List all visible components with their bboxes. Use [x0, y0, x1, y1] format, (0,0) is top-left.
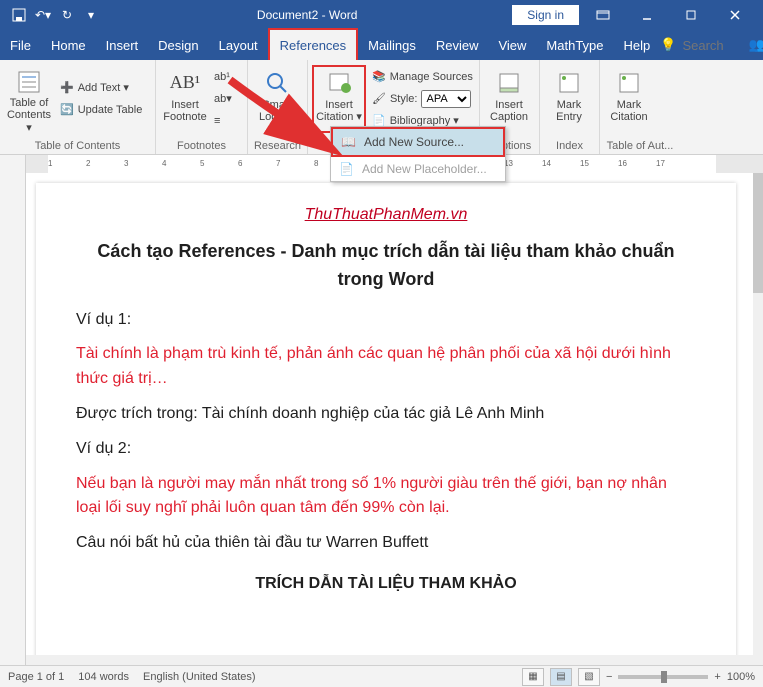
footnote-icon: AB¹	[171, 69, 199, 97]
example2-label: Ví dụ 2:	[76, 437, 696, 462]
status-page[interactable]: Page 1 of 1	[8, 671, 64, 683]
statusbar: Page 1 of 1 104 words English (United St…	[0, 665, 763, 687]
minimize-icon[interactable]	[627, 0, 667, 30]
tab-design[interactable]: Design	[148, 30, 208, 60]
source-icon: 📖	[341, 135, 356, 149]
print-layout-button[interactable]: ▤	[550, 668, 572, 686]
mark-citation-button[interactable]: Mark Citation	[604, 67, 654, 131]
tab-insert[interactable]: Insert	[96, 30, 149, 60]
manage-icon: 📚	[372, 70, 386, 83]
vertical-ruler[interactable]	[0, 173, 26, 665]
add-new-source-item[interactable]: 📖 Add New Source...	[331, 127, 505, 157]
example2-text: Nếu bạn là người may mắn nhất trong số 1…	[76, 472, 696, 522]
addtext-icon: ➕	[60, 81, 74, 94]
save-icon[interactable]	[8, 4, 30, 26]
manage-sources-button[interactable]: 📚Manage Sources	[370, 67, 475, 87]
example1-label: Ví dụ 1:	[76, 308, 696, 333]
tab-help[interactable]: Help	[614, 30, 661, 60]
add-new-placeholder-item: 📄 Add New Placeholder...	[331, 157, 505, 181]
insert-citation-button[interactable]: Insert Citation ▾	[312, 65, 366, 133]
search-input[interactable]	[682, 38, 730, 53]
horizontal-scrollbar[interactable]	[26, 655, 753, 665]
smart-lookup-button[interactable]: Smart Lookup	[252, 67, 302, 131]
redo-icon[interactable]: ↻	[56, 4, 78, 26]
tell-me-search[interactable]: 💡	[660, 37, 738, 53]
footnotes-group-label: Footnotes	[156, 137, 247, 154]
tab-home[interactable]: Home	[41, 30, 96, 60]
toa-icon	[615, 69, 643, 97]
tab-review[interactable]: Review	[426, 30, 489, 60]
example1-text: Tài chính là phạm trù kinh tế, phản ánh …	[76, 342, 696, 392]
window-title: Document2 - Word	[102, 8, 512, 22]
tab-layout[interactable]: Layout	[209, 30, 268, 60]
citation-style-select[interactable]: 🖌Style: APA	[370, 89, 475, 109]
index-icon	[555, 69, 583, 97]
toc-group-label: Table of Contents	[0, 137, 155, 154]
document-heading: Cách tạo References - Danh mục trích dẫn…	[76, 238, 696, 294]
watermark-link[interactable]: ThuThuatPhanMem.vn	[76, 203, 696, 228]
index-group-label: Index	[540, 137, 599, 154]
undo-icon[interactable]: ↶▾	[32, 4, 54, 26]
toc-label: Table of Contents ▾	[4, 97, 54, 135]
style-dropdown[interactable]: APA	[421, 90, 471, 108]
lookup-icon	[263, 69, 291, 97]
mark-entry-button[interactable]: Mark Entry	[544, 67, 594, 131]
scrollbar-thumb[interactable]	[753, 173, 763, 293]
insert-footnote-button[interactable]: AB¹ Insert Footnote	[160, 67, 210, 131]
page: ThuThuatPhanMem.vn Cách tạo References -…	[36, 183, 736, 663]
tab-view[interactable]: View	[488, 30, 536, 60]
insert-citation-menu: 📖 Add New Source... 📄 Add New Placeholde…	[330, 126, 506, 182]
zoom-slider[interactable]	[618, 675, 708, 679]
update-icon: 🔄	[60, 103, 74, 116]
tab-references[interactable]: References	[268, 28, 358, 60]
zoom-thumb[interactable]	[661, 671, 667, 683]
read-mode-button[interactable]: ▦	[522, 668, 544, 686]
references-heading: TRÍCH DẪN TÀI LIỆU THAM KHẢO	[76, 572, 696, 597]
signin-button[interactable]: Sign in	[512, 5, 579, 25]
show-notes-button[interactable]: ≡	[212, 111, 234, 131]
display-options-icon[interactable]	[583, 0, 623, 30]
citation-icon	[325, 69, 353, 97]
zoom-level[interactable]: 100%	[727, 671, 755, 683]
vertical-scrollbar[interactable]	[753, 173, 763, 665]
document-area[interactable]: ThuThuatPhanMem.vn Cách tạo References -…	[26, 173, 753, 665]
status-language[interactable]: English (United States)	[143, 671, 256, 683]
toc-icon	[15, 69, 43, 95]
add-text-button[interactable]: ➕Add Text ▾	[58, 78, 144, 98]
zoom-out-button[interactable]: −	[606, 671, 612, 683]
lightbulb-icon: 💡	[660, 37, 676, 53]
maximize-icon[interactable]	[671, 0, 711, 30]
research-group-label: Research	[248, 137, 307, 154]
update-table-button[interactable]: 🔄Update Table	[58, 100, 144, 120]
table-of-contents-button[interactable]: Table of Contents ▾	[4, 67, 54, 131]
tab-mailings[interactable]: Mailings	[358, 30, 426, 60]
menubar: File Home Insert Design Layout Reference…	[0, 30, 763, 60]
example1-citation: Được trích trong: Tài chính doanh nghiệp…	[76, 402, 696, 427]
titlebar: ↶▾ ↻ ▾ Document2 - Word Sign in	[0, 0, 763, 30]
example2-citation: Câu nói bất hủ của thiên tài đầu tư Warr…	[76, 531, 696, 556]
zoom-in-button[interactable]: +	[714, 671, 720, 683]
web-layout-button[interactable]: ▧	[578, 668, 600, 686]
qat-customize-icon[interactable]: ▾	[80, 4, 102, 26]
share-icon: 👥	[748, 37, 763, 53]
insert-caption-button[interactable]: Insert Caption	[484, 67, 534, 131]
ribbon: Table of Contents ▾ ➕Add Text ▾ 🔄Update …	[0, 60, 763, 155]
tab-file[interactable]: File	[0, 30, 41, 60]
placeholder-icon: 📄	[339, 162, 354, 176]
status-words[interactable]: 104 words	[78, 671, 129, 683]
share-button[interactable]: 👥 Share	[738, 30, 763, 60]
next-footnote-button[interactable]: ab▾	[212, 89, 234, 109]
close-icon[interactable]	[715, 0, 755, 30]
style-icon: 🖌	[372, 92, 386, 105]
insert-endnote-button[interactable]: ab¹	[212, 67, 234, 87]
tab-mathtype[interactable]: MathType	[536, 30, 613, 60]
toa-group-label: Table of Aut...	[600, 137, 680, 154]
caption-icon	[495, 69, 523, 97]
